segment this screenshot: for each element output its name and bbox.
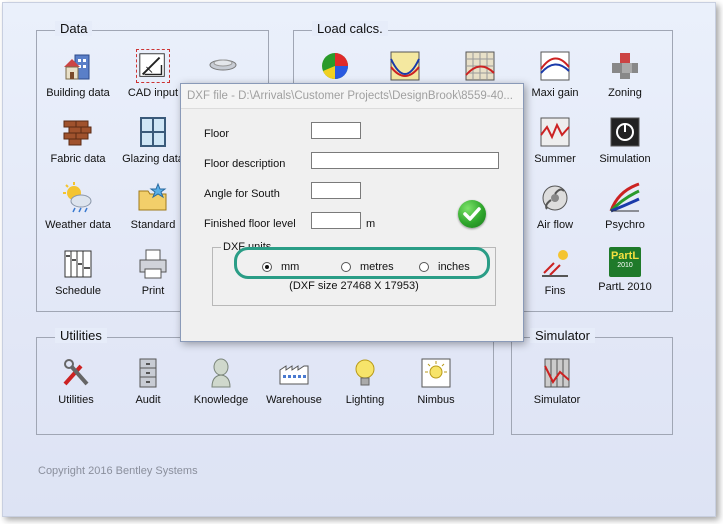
simulator-group: Simulator Simulator bbox=[511, 328, 673, 435]
zoning-icon bbox=[608, 49, 642, 83]
dialog-title-bar[interactable]: DXF file - D:\Arrivals\Customer Projects… bbox=[181, 84, 523, 109]
radio-mm-dot bbox=[262, 262, 272, 272]
schedule-button[interactable]: Schedule bbox=[39, 247, 117, 297]
floor-level-unit: m bbox=[366, 218, 376, 230]
warehouse-icon bbox=[277, 356, 311, 390]
weather-data-button[interactable]: Weather data bbox=[39, 181, 117, 231]
radio-mm[interactable]: mm bbox=[262, 261, 299, 273]
angle-for-south-input[interactable] bbox=[311, 182, 361, 199]
disk-icon bbox=[206, 49, 240, 83]
simulation-button[interactable]: Simulation bbox=[586, 115, 664, 165]
warehouse-button[interactable]: Warehouse bbox=[255, 356, 333, 406]
grid-chart-button[interactable] bbox=[441, 49, 519, 87]
utilities-button[interactable]: Utilities bbox=[37, 356, 115, 406]
knowledge-button[interactable]: Knowledge bbox=[182, 356, 260, 406]
simulator-button[interactable]: Simulator bbox=[518, 356, 596, 406]
schedule-icon bbox=[61, 247, 95, 281]
maxi-gain-icon bbox=[538, 49, 572, 83]
psychro-chart-icon bbox=[608, 181, 642, 215]
simulator-icon bbox=[540, 356, 574, 390]
floor-description-label: Floor description bbox=[204, 158, 286, 170]
fins-button[interactable]: Fins bbox=[516, 247, 594, 297]
profile-chart-icon bbox=[388, 49, 422, 83]
pie-chart-icon bbox=[318, 49, 352, 83]
printer-icon bbox=[136, 247, 170, 281]
weather-icon bbox=[61, 181, 95, 215]
air-flow-button[interactable]: Air flow bbox=[516, 181, 594, 231]
profile-chart-button[interactable] bbox=[366, 49, 444, 87]
partl-logo-icon: PartL 2010 bbox=[609, 247, 641, 277]
finished-floor-level-input[interactable] bbox=[311, 212, 361, 229]
dxf-file-dialog: DXF file - D:\Arrivals\Customer Projects… bbox=[180, 83, 524, 342]
cad-input-icon bbox=[136, 49, 170, 83]
psychro-button[interactable]: Psychro bbox=[586, 181, 664, 231]
zoning-button[interactable]: Zoning bbox=[586, 49, 664, 99]
grid-chart-icon bbox=[463, 49, 497, 83]
floor-input[interactable] bbox=[311, 122, 361, 139]
ok-check-button[interactable] bbox=[458, 200, 486, 228]
data-group-title: Data bbox=[55, 21, 93, 36]
light-bulb-icon bbox=[348, 356, 382, 390]
copyright-text: Copyright 2016 Bentley Systems bbox=[38, 465, 198, 477]
maxi-gain-button[interactable]: Maxi gain bbox=[516, 49, 594, 99]
dxf-units-group: DXF units mm metres inches (DXF size 274… bbox=[212, 241, 496, 306]
load-calcs-group-title: Load calcs. bbox=[312, 21, 388, 36]
check-icon bbox=[463, 207, 481, 221]
utilities-group: Utilities Utilities Audit Knowledge Ware… bbox=[36, 328, 494, 435]
radio-metres-dot bbox=[341, 262, 351, 272]
simulation-icon bbox=[608, 115, 642, 149]
summer-chart-icon bbox=[538, 115, 572, 149]
simulator-group-title: Simulator bbox=[530, 328, 595, 343]
nimbus-button[interactable]: Nimbus bbox=[397, 356, 475, 406]
utilities-group-title: Utilities bbox=[55, 328, 107, 343]
partl-2010-button[interactable]: PartL 2010 PartL 2010 bbox=[586, 247, 664, 293]
radio-metres[interactable]: metres bbox=[341, 261, 394, 273]
angle-for-south-label: Angle for South bbox=[204, 188, 280, 200]
lighting-button[interactable]: Lighting bbox=[326, 356, 404, 406]
filing-cabinet-icon bbox=[131, 356, 165, 390]
nimbus-icon bbox=[419, 356, 453, 390]
floor-description-input[interactable] bbox=[311, 152, 499, 169]
building-data-icon bbox=[61, 49, 95, 83]
summer-button[interactable]: Summer bbox=[516, 115, 594, 165]
fins-icon bbox=[538, 247, 572, 281]
bust-icon bbox=[204, 356, 238, 390]
finished-floor-level-label: Finished floor level bbox=[204, 218, 296, 230]
brick-wall-icon bbox=[61, 115, 95, 149]
pie-chart-button[interactable] bbox=[296, 49, 374, 87]
disk-tool-button[interactable] bbox=[184, 49, 262, 87]
fan-icon bbox=[538, 181, 572, 215]
floor-label: Floor bbox=[204, 128, 230, 140]
radio-inches[interactable]: inches bbox=[419, 261, 470, 273]
building-data-button[interactable]: Building data bbox=[39, 49, 117, 99]
tools-icon bbox=[59, 356, 93, 390]
folder-star-icon bbox=[136, 181, 170, 215]
audit-button[interactable]: Audit bbox=[109, 356, 187, 406]
radio-inches-dot bbox=[419, 262, 429, 272]
dxf-units-legend: DXF units bbox=[221, 241, 274, 253]
fabric-data-button[interactable]: Fabric data bbox=[39, 115, 117, 165]
dxf-size-text: (DXF size 27468 X 17953) bbox=[289, 280, 419, 292]
window-icon bbox=[136, 115, 170, 149]
